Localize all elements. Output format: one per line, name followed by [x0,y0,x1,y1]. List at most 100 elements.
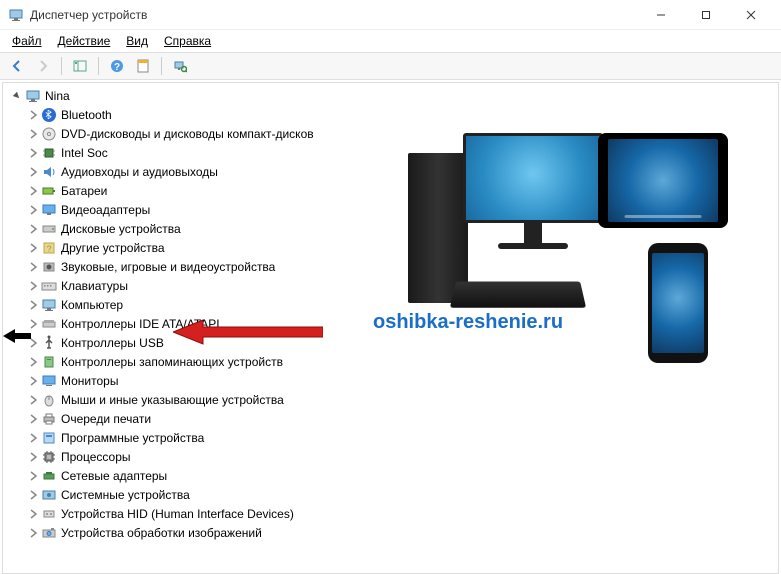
system-icon [41,487,57,503]
cpu-icon [41,449,57,465]
tree-item[interactable]: Intel Soc [7,143,778,162]
audio-icon [41,164,57,180]
tree-item[interactable]: Компьютер [7,295,778,314]
storage-icon [41,354,57,370]
tree-item[interactable]: Контроллеры запоминающих устройств [7,352,778,371]
expander-icon[interactable] [27,242,39,254]
expander-icon[interactable] [27,299,39,311]
tree-item[interactable]: Мыши и иные указывающие устройства [7,390,778,409]
tree-item[interactable]: Аудиовходы и аудиовыходы [7,162,778,181]
tree-item[interactable]: Процессоры [7,447,778,466]
tree-item-label: Мониторы [61,374,118,388]
menu-action[interactable]: Действие [50,32,119,50]
tree-item[interactable]: Системные устройства [7,485,778,504]
tree-item-label: Аудиовходы и аудиовыходы [61,165,218,179]
display-icon [41,202,57,218]
tree-item[interactable]: Мониторы [7,371,778,390]
expander-icon[interactable] [27,413,39,425]
toolbar-separator [61,57,62,75]
toolbar-separator [98,57,99,75]
sound-icon [41,259,57,275]
battery-icon [41,183,57,199]
close-button[interactable] [728,0,773,30]
expander-icon[interactable] [27,185,39,197]
tree-item[interactable]: Устройства обработки изображений [7,523,778,542]
tree-item[interactable]: Bluetooth [7,105,778,124]
mouse-icon [41,392,57,408]
tree-item-label: Контроллеры запоминающих устройств [61,355,283,369]
tree-item-label: Сетевые адаптеры [61,469,167,483]
tree-item[interactable]: Контроллеры USB [7,333,778,352]
window-controls [638,0,773,30]
show-hide-console-tree-button[interactable] [69,55,91,77]
scan-hardware-button[interactable] [169,55,191,77]
expander-icon[interactable] [27,280,39,292]
expander-icon[interactable] [27,356,39,368]
expander-icon[interactable] [27,128,39,140]
tree-item[interactable]: DVD-дисководы и дисководы компакт-дисков [7,124,778,143]
tree-item-label: Батареи [61,184,107,198]
expander-icon[interactable] [27,432,39,444]
other-icon: ? [41,240,57,256]
keyboard-icon [41,278,57,294]
tree-item[interactable]: Дисковые устройства [7,219,778,238]
tree-root-node[interactable]: Nina [7,87,778,105]
device-tree-panel: Nina Bluetooth DVD-дисководы и дисководы … [2,82,779,574]
tree-item-label: Клавиатуры [61,279,128,293]
tree-item-label: Компьютер [61,298,123,312]
expander-icon[interactable] [27,109,39,121]
app-icon [8,7,24,23]
expander-icon[interactable] [27,166,39,178]
menu-view[interactable]: Вид [118,32,156,50]
expander-icon[interactable] [27,508,39,520]
expander-icon[interactable] [27,527,39,539]
drive-icon [41,221,57,237]
expander-icon[interactable] [27,337,39,349]
usb-icon [41,335,57,351]
menu-help[interactable]: Справка [156,32,219,50]
tree-item[interactable]: ?Другие устройства [7,238,778,257]
expander-icon[interactable] [27,261,39,273]
tree-item[interactable]: Устройства HID (Human Interface Devices) [7,504,778,523]
tree-item-label: Устройства обработки изображений [61,526,262,540]
tree-item-label: DVD-дисководы и дисководы компакт-дисков [61,127,314,141]
expander-icon[interactable] [27,147,39,159]
menubar: Файл Действие Вид Справка [0,30,781,52]
expander-icon[interactable] [27,470,39,482]
monitor-icon [41,373,57,389]
expander-icon[interactable] [27,394,39,406]
expander-icon[interactable] [27,318,39,330]
tree-item[interactable]: Клавиатуры [7,276,778,295]
maximize-button[interactable] [683,0,728,30]
bluetooth-icon [41,107,57,123]
tree-item-label: Видеоадаптеры [61,203,150,217]
minimize-button[interactable] [638,0,683,30]
window-title: Диспетчер устройств [30,8,638,22]
menu-file[interactable]: Файл [4,32,50,50]
tree-item[interactable]: Программные устройства [7,428,778,447]
expander-icon[interactable] [11,90,23,102]
expander-icon[interactable] [27,375,39,387]
software-icon [41,430,57,446]
tree-item-label: Звуковые, игровые и видеоустройства [61,260,275,274]
tree-item[interactable]: Сетевые адаптеры [7,466,778,485]
help-button[interactable]: ? [106,55,128,77]
tree-item-label: Intel Soc [61,146,108,160]
tree-item[interactable]: Звуковые, игровые и видеоустройства [7,257,778,276]
expander-icon[interactable] [27,451,39,463]
expander-icon[interactable] [27,223,39,235]
computer-icon [25,88,41,104]
tree-item[interactable]: Батареи [7,181,778,200]
back-button[interactable] [6,55,28,77]
tree-item[interactable]: Видеоадаптеры [7,200,778,219]
tree-item-label: Программные устройства [61,431,204,445]
tree-item[interactable]: Контроллеры IDE ATA/ATAPI [7,314,778,333]
expander-icon[interactable] [27,489,39,501]
tree-item-label: Bluetooth [61,108,112,122]
properties-button[interactable] [132,55,154,77]
device-tree: Nina [7,87,778,105]
device-category-list: Bluetooth DVD-дисководы и дисководы компа… [7,105,778,542]
expander-icon[interactable] [27,204,39,216]
forward-button[interactable] [32,55,54,77]
tree-item[interactable]: Очереди печати [7,409,778,428]
